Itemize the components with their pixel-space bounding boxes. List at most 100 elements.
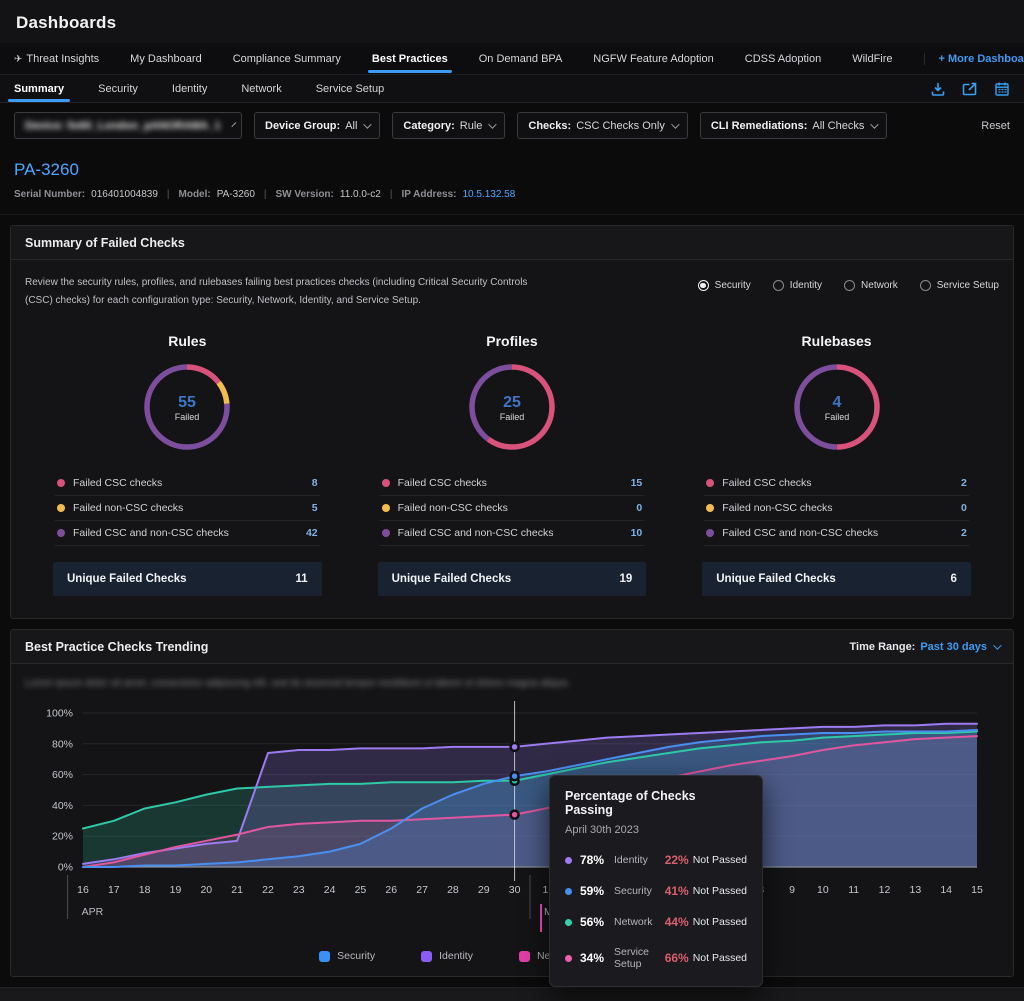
legend-row: Failed non-CSC checks0 [704,496,969,521]
checks-select[interactable]: Checks: CSC Checks Only [517,112,687,139]
tab-security[interactable]: Security [98,75,138,102]
radio-identity[interactable]: Identity [773,280,822,291]
filter-bar: Device: 5x60_London_pANORAMA_1 Device Gr… [0,103,1024,148]
security-swatch-icon [319,951,330,962]
tab-identity[interactable]: Identity [172,75,207,102]
tab-best-practices[interactable]: Best Practices [372,44,448,73]
svg-text:Failed: Failed [824,412,849,422]
tab-service-setup[interactable]: Service Setup [316,75,384,102]
device-info: PA-3260 Serial Number: 016401004839 | Mo… [0,148,1024,215]
legend-identity[interactable]: Identity [421,950,473,962]
legend-row: Failed CSC checks8 [55,471,320,496]
chevron-down-icon [231,122,236,127]
unique-failed-checks: Unique Failed Checks6 [702,562,971,596]
tooltip-row: 34%Service Setup66%Not Passed [565,946,747,970]
tab-cdss-adoption[interactable]: CDSS Adoption [745,44,821,73]
share-icon[interactable] [962,81,978,97]
radio-security[interactable]: Security [698,280,751,291]
trending-caption-blurred: Lorem ipsum dolor sit amet, consectetur … [11,664,1013,691]
toolbar-actions [930,81,1010,97]
svg-text:13: 13 [910,884,922,896]
non-csc-dot-icon [57,504,65,512]
best-practice-trending-panel: Best Practice Checks Trending Time Range… [10,629,1014,977]
svg-text:26: 26 [385,884,397,896]
svg-text:18: 18 [139,884,151,896]
svg-text:10: 10 [817,884,829,896]
svg-text:27: 27 [416,884,428,896]
ip-address-link[interactable]: 10.5.132.58 [462,189,515,200]
calendar-icon[interactable] [994,81,1010,97]
tab-compliance-summary[interactable]: Compliance Summary [233,44,341,73]
scrubber-line[interactable] [540,904,542,932]
svg-text:29: 29 [478,884,490,896]
summary-panel-title: Summary of Failed Checks [25,236,185,250]
more-dashboards-button[interactable]: + More Dashboards [924,53,1024,65]
svg-text:12: 12 [879,884,891,896]
svg-text:25: 25 [503,394,521,411]
trending-panel-title: Best Practice Checks Trending [25,640,208,654]
identity-dot-icon [565,857,572,864]
csc-dot-icon [57,479,65,487]
rulebases-legend: Failed CSC checks2 Failed non-CSC checks… [704,471,969,546]
svg-text:20: 20 [200,884,212,896]
radio-network[interactable]: Network [844,280,898,291]
both-dot-icon [706,529,714,537]
tooltip-date: April 30th 2023 [565,824,747,836]
summary-panel-header: Summary of Failed Checks [11,226,1013,260]
tab-summary[interactable]: Summary [14,75,64,102]
device-meta: Serial Number: 016401004839 | Model: PA-… [14,189,1010,200]
unique-failed-checks: Unique Failed Checks11 [53,562,322,596]
summary-desc-row: Review the security rules, profiles, and… [11,260,1013,313]
legend-security[interactable]: Security [319,950,375,962]
rules-legend: Failed CSC checks8 Failed non-CSC checks… [55,471,320,546]
summary-description: Review the security rules, profiles, and… [25,274,527,309]
legend-row: Failed CSC checks2 [704,471,969,496]
tab-threat-insights[interactable]: ✈Threat Insights [14,44,99,73]
trending-panel-header: Best Practice Checks Trending Time Range… [11,630,1013,664]
unique-failed-checks: Unique Failed Checks19 [378,562,647,596]
tab-wildfire[interactable]: WildFire [852,44,892,73]
app-header: Dashboards [0,0,1024,43]
svg-text:0%: 0% [58,862,73,874]
category-select[interactable]: Category: Rule [392,112,505,139]
device-name-link[interactable]: PA-3260 [14,160,1010,180]
radio-service-setup[interactable]: Service Setup [920,280,999,291]
profiles-donut-chart: 25Failed [466,361,558,453]
svg-text:28: 28 [447,884,459,896]
chevron-down-icon [871,120,879,128]
svg-text:24: 24 [324,884,336,896]
svg-text:55: 55 [178,394,196,411]
radio-icon [773,280,784,291]
section-tab-bar: Summary Security Identity Network Servic… [0,75,1024,103]
cli-remediations-select[interactable]: CLI Remediations: All Checks [700,112,888,139]
svg-text:11: 11 [848,884,859,896]
tab-ngfw-feature-adoption[interactable]: NGFW Feature Adoption [593,44,713,73]
csc-dot-icon [706,479,714,487]
profiles-legend: Failed CSC checks15 Failed non-CSC check… [380,471,645,546]
tooltip-row: 78%Identity22%Not Passed [565,853,747,867]
rulebases-card: Rulebases 4Failed Failed CSC checks2 Fai… [674,319,999,596]
device-select[interactable]: Device: 5x60_London_pANORAMA_1 [14,112,242,139]
time-range-select[interactable]: Time Range: Past 30 days [850,641,999,653]
trend-area-chart[interactable]: 0%20%40%60%80%100%1617181920212223242526… [25,695,1009,935]
tab-my-dashboard[interactable]: My Dashboard [130,44,202,73]
csc-dot-icon [382,479,390,487]
reset-button[interactable]: Reset [981,120,1010,132]
failed-checks-cards: Rules 55 Failed Failed CSC checks8 Failed… [11,313,1013,618]
svg-text:22: 22 [262,884,274,896]
legend-row: Failed CSC and non-CSC checks2 [704,521,969,546]
tab-network[interactable]: Network [241,75,281,102]
download-icon[interactable] [930,81,946,97]
card-title: Rulebases [702,333,971,349]
card-title: Rules [53,333,322,349]
card-title: Profiles [378,333,647,349]
svg-text:30: 30 [509,884,521,896]
svg-text:16: 16 [77,884,89,896]
svg-text:9: 9 [789,884,795,896]
chevron-down-icon [364,120,372,128]
tab-on-demand-bpa[interactable]: On Demand BPA [479,44,563,73]
service-setup-dot-icon [565,955,572,962]
svg-text:23: 23 [293,884,305,896]
device-group-select[interactable]: Device Group: All [254,112,380,139]
svg-text:40%: 40% [52,800,73,812]
